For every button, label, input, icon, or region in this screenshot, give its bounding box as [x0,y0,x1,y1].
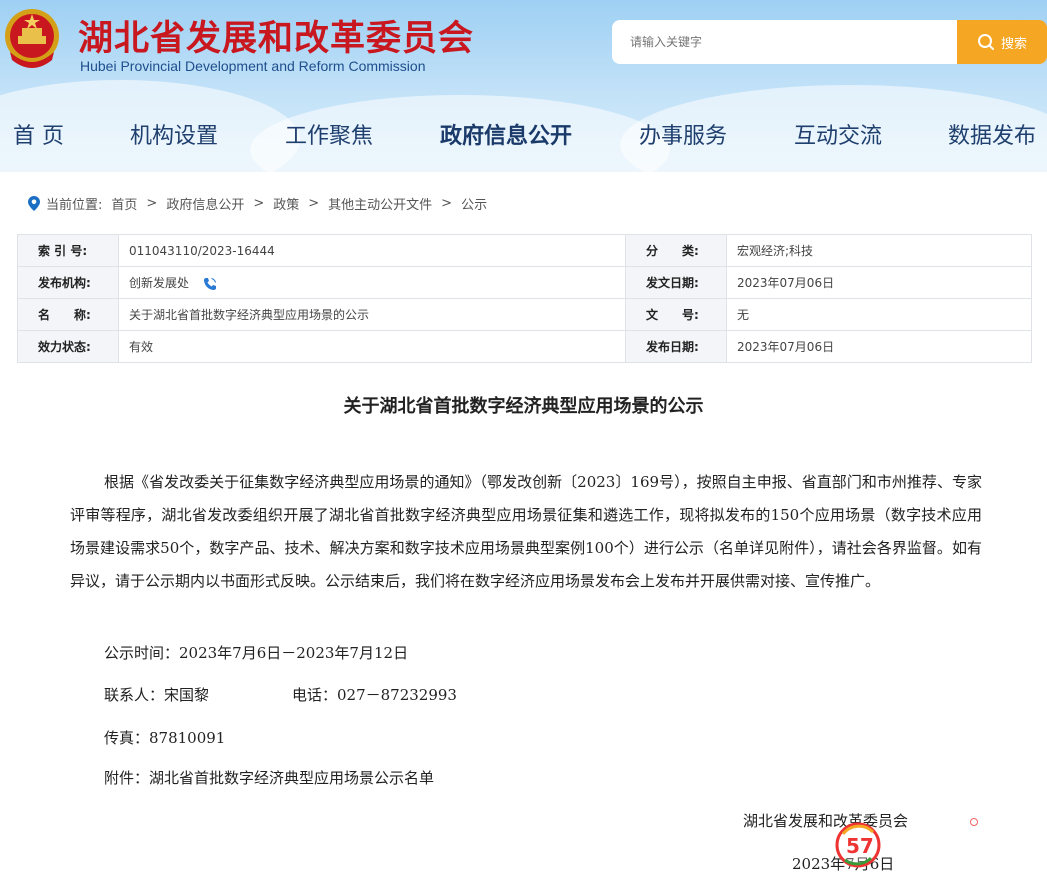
nav-work-focus[interactable]: 工作聚焦 [285,118,373,150]
breadcrumb-policy[interactable]: 政策 [273,194,299,213]
attachment-link[interactable]: 湖北省首批数字经济典型应用场景公示名单 [149,769,434,787]
site-subtitle: Hubei Provincial Development and Reform … [80,58,426,74]
org-label: 发布机构: [17,266,119,299]
document-info-table: 索 引 号: 011043110/2023-16444 分 类: 宏观经济;科技… [17,234,1032,363]
table-row: 索 引 号: 011043110/2023-16444 分 类: 宏观经济;科技 [17,234,1032,267]
category-value: 宏观经济;科技 [726,234,1032,267]
publish-date-label: 发布日期: [625,330,727,363]
breadcrumb-label: 当前位置: [46,198,103,213]
issue-date-label: 发文日期: [625,266,727,299]
status-label: 效力状态: [17,330,119,363]
table-row: 效力状态: 有效 发布日期: 2023年07月06日 [17,330,1032,363]
article-title: 关于湖北省首批数字经济典型应用场景的公示 [343,396,704,417]
index-value: 011043110/2023-16444 [118,234,626,267]
breadcrumb-home[interactable]: 首页 [111,194,137,213]
decorative-dot [970,818,978,826]
search-button[interactable]: 搜索 [957,20,1047,64]
table-row: 发布机构: 创新发展处 发文日期: 2023年07月06日 [17,266,1032,299]
location-pin-icon [28,196,40,211]
name-label: 名 称: [17,298,119,331]
name-value: 关于湖北省首批数字经济典型应用场景的公示 [118,298,626,331]
search-box [612,20,958,64]
contact-phone: 电话：027－87232993 [292,686,457,704]
attachment-line: 附件：湖北省首批数字经济典型应用场景公示名单 [104,767,434,788]
index-label: 索 引 号: [17,234,119,267]
site-title[interactable]: 湖北省发展和改革委员会 [78,10,474,61]
publish-date-value: 2023年07月06日 [726,330,1032,363]
nav-home[interactable]: 首 页 [13,118,64,150]
breadcrumb-separator: > [441,196,453,211]
notice-period: 公示时间：2023年7月6日－2023年7月12日 [104,644,409,662]
org-value: 创新发展处 [129,276,190,290]
svg-text:57: 57 [846,834,874,858]
main-nav: 首 页 机构设置 工作聚焦 政府信息公开 办事服务 互动交流 数据发布 [0,118,1047,160]
breadcrumb-notice[interactable]: 公示 [461,194,487,213]
article-paragraph: 根据《省发改委关于征集数字经济典型应用场景的通知》（鄂发改创新〔2023〕169… [70,473,982,590]
nav-gov-info-public[interactable]: 政府信息公开 [440,118,572,150]
signature-org: 湖北省发展和改革委员会 [743,812,909,830]
article-body: 根据《省发改委关于征集数字经济典型应用场景的通知》（鄂发改创新〔2023〕169… [70,466,982,598]
watermark-logo-icon: 57 [835,822,881,868]
search-icon [977,34,994,50]
breadcrumb-separator: > [253,196,265,211]
issue-date-value: 2023年07月06日 [726,266,1032,299]
nav-services[interactable]: 办事服务 [639,118,727,150]
nav-interaction[interactable]: 互动交流 [794,118,882,150]
breadcrumb-other-files[interactable]: 其他主动公开文件 [328,194,432,213]
status-value: 有效 [118,330,626,363]
search-input[interactable] [630,35,930,49]
docno-value: 无 [726,298,1032,331]
site-header: 湖北省发展和改革委员会 Hubei Provincial Development… [0,0,1047,172]
phone-icon[interactable] [203,277,217,291]
breadcrumb: 当前位置: 首页 > 政府信息公开 > 政策 > 其他主动公开文件 > 公示 [28,194,487,213]
org-cell: 创新发展处 [118,266,626,299]
breadcrumb-separator: > [146,196,158,211]
search-button-label: 搜索 [1000,36,1027,52]
attachment-label: 附件： [104,769,150,787]
table-row: 名 称: 关于湖北省首批数字经济典型应用场景的公示 文 号: 无 [17,298,1032,331]
contact-fax: 传真：87810091 [104,729,226,747]
nav-data-release[interactable]: 数据发布 [948,118,1036,150]
contact-person: 联系人：宋国黎 [104,686,210,704]
category-label: 分 类: [625,234,727,267]
breadcrumb-gov-info[interactable]: 政府信息公开 [166,194,244,213]
national-emblem-icon[interactable] [2,6,62,72]
breadcrumb-separator: > [308,196,320,211]
nav-organization[interactable]: 机构设置 [130,118,218,150]
docno-label: 文 号: [625,298,727,331]
